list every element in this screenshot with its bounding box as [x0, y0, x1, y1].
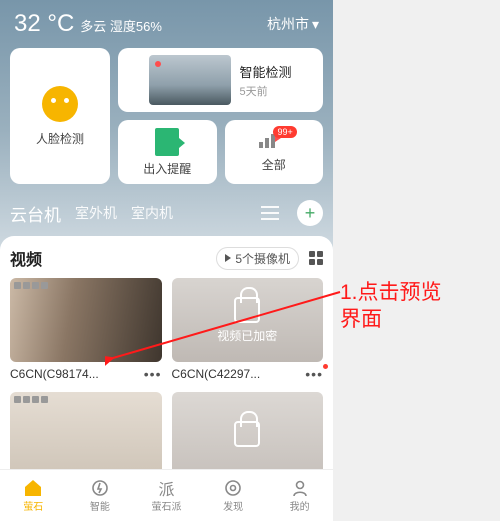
- video-item-1: C6CN(C98174... •••: [10, 278, 162, 382]
- tab-outdoor[interactable]: 室外机: [75, 203, 117, 223]
- camera-count: 5个摄像机: [235, 250, 290, 267]
- category-tabs: 云台机 室外机 室内机 +: [0, 190, 333, 232]
- annotation-text: 1.点击预览 界面: [340, 279, 442, 334]
- all-icon: 99+: [259, 132, 289, 152]
- video-name-1: C6CN(C98174...: [10, 367, 99, 381]
- video-name-2: C6CN(C42297...: [172, 367, 261, 381]
- face-icon: [42, 86, 78, 122]
- all-card[interactable]: 99+ 全部: [225, 120, 324, 184]
- all-label: 全部: [262, 156, 286, 173]
- play-icon: [225, 254, 231, 262]
- detect-title: 智能检测: [239, 62, 291, 81]
- annotation-line2: 界面: [340, 306, 442, 333]
- weather-left: 32 °C 多云 湿度56%: [14, 10, 162, 38]
- smart-detect-card[interactable]: 智能检测 5天前: [118, 48, 323, 112]
- video-title: 视频: [10, 246, 42, 270]
- detect-thumbnail: [149, 55, 231, 105]
- app-screen: 32 °C 多云 湿度56% 杭州市 ▾ 人脸检测 智能检测 5天前: [0, 0, 333, 521]
- annotation-line1: 1.点击预览: [340, 279, 442, 306]
- video-item-3: [10, 392, 162, 476]
- entry-label: 出入提醒: [143, 160, 191, 177]
- temperature: 32 °C: [14, 10, 74, 38]
- status-dots: [14, 282, 48, 289]
- home-icon: [23, 479, 43, 497]
- nav-home[interactable]: 萤石: [0, 470, 67, 521]
- chevron-down-icon: ▾: [312, 16, 319, 33]
- encrypted-label: 视频已加密: [217, 327, 277, 344]
- add-button[interactable]: +: [297, 200, 323, 226]
- nav-smart[interactable]: 智能: [67, 470, 134, 521]
- weather-desc: 多云 湿度56%: [80, 16, 162, 35]
- nav-discover-label: 发现: [223, 498, 243, 513]
- lock-icon: [234, 421, 260, 447]
- video-preview-2[interactable]: 视频已加密: [172, 278, 324, 362]
- discover-icon: [223, 479, 243, 497]
- door-icon: [155, 128, 179, 156]
- nav-smart-label: 智能: [90, 498, 110, 513]
- video-item-4: [172, 392, 324, 476]
- tab-indoor[interactable]: 室内机: [131, 203, 173, 223]
- city-name: 杭州市: [267, 14, 309, 34]
- status-dots: [14, 396, 48, 403]
- detect-time: 5天前: [239, 83, 291, 99]
- nav-discover[interactable]: 发现: [200, 470, 267, 521]
- right-card-column: 智能检测 5天前 出入提醒 99+ 全部: [118, 48, 323, 184]
- video-preview-3[interactable]: [10, 392, 162, 476]
- nav-pai[interactable]: 派 萤石派: [133, 470, 200, 521]
- menu-icon[interactable]: [257, 200, 283, 226]
- grid-toggle-icon[interactable]: [309, 251, 323, 265]
- weather-bar: 32 °C 多云 湿度56% 杭州市 ▾: [0, 0, 333, 42]
- lock-icon: [234, 297, 260, 323]
- badge-count: 99+: [273, 126, 296, 138]
- feature-cards: 人脸检测 智能检测 5天前 出入提醒 99+: [0, 42, 333, 190]
- nav-mine[interactable]: 我的: [266, 470, 333, 521]
- tab-ptz[interactable]: 云台机: [10, 201, 61, 226]
- nav-pai-label: 萤石派: [151, 498, 181, 513]
- more-icon[interactable]: •••: [144, 366, 162, 382]
- nav-mine-label: 我的: [290, 498, 310, 513]
- face-detect-card[interactable]: 人脸检测: [10, 48, 110, 184]
- video-grid: C6CN(C98174... ••• 视频已加密 C6CN(C42297... …: [10, 278, 323, 476]
- bottom-nav: 萤石 智能 派 萤石派 发现 我的: [0, 469, 333, 521]
- video-preview-1[interactable]: [10, 278, 162, 362]
- video-item-2: 视频已加密 C6CN(C42297... •••: [172, 278, 324, 382]
- pai-icon: 派: [156, 479, 176, 497]
- face-detect-label: 人脸检测: [36, 130, 84, 147]
- entry-alert-card[interactable]: 出入提醒: [118, 120, 217, 184]
- camera-count-pill[interactable]: 5个摄像机: [216, 247, 299, 270]
- nav-home-label: 萤石: [23, 498, 43, 513]
- video-preview-4[interactable]: [172, 392, 324, 476]
- more-icon[interactable]: •••: [305, 366, 323, 382]
- smart-icon: [90, 479, 110, 497]
- person-icon: [290, 479, 310, 497]
- city-selector[interactable]: 杭州市 ▾: [267, 14, 319, 34]
